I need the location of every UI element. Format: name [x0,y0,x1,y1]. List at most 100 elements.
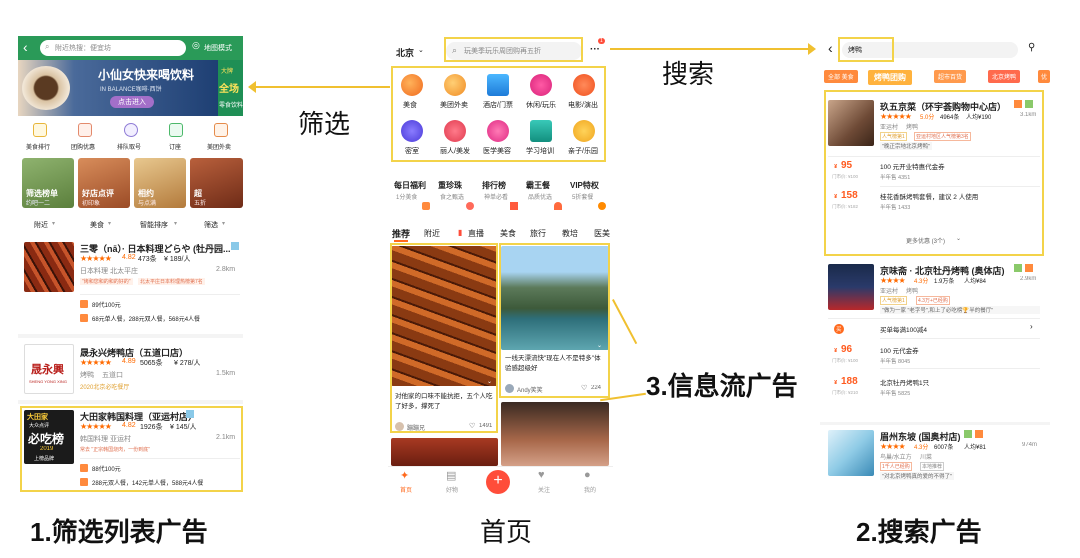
restaurant-photo [828,430,874,476]
deal-icon [80,300,88,308]
search-result[interactable]: 京味斋 · 北京牡丹烤鸭 (奥体店) ★★★★ 4.3分 1.9万条 人均¥84… [824,262,1044,414]
nav-profile[interactable]: 我的 [584,485,596,494]
filter-sort[interactable]: 智能排序 [140,220,168,230]
highlight-box [838,37,894,62]
promo-tile[interactable]: 超 五折 [190,158,243,208]
map-pin-icon[interactable]: ⚲ [1028,42,1035,53]
item-tag: 1千人已经购 [880,462,912,471]
heart-icon[interactable]: ♥ [538,469,545,481]
promo-sub: 食之甄选 [440,195,465,201]
filter-chip[interactable]: 北京烤鸭 [988,70,1021,83]
list-item[interactable]: 晟永興 SHENG YONG XING 晟永兴烤鸭店（五道口店） ★★★★★ 4… [18,340,243,400]
item-tag: 本地推荐 [920,462,945,471]
search-placeholder: 附近热搜：便宜坊 [55,45,111,52]
food-rank-icon[interactable] [33,123,47,137]
takeout-icon[interactable] [214,123,228,137]
promo-title[interactable]: 每日福利 [394,180,426,191]
banner-coffee-image [22,66,70,110]
deal-title[interactable]: 北京牡丹烤鸭1只 [880,377,929,387]
back-icon[interactable]: ‹ [23,39,28,55]
item-quote: "做为一家 "老字号",和上了必吃榜🏆半的餐厅" [880,306,1040,314]
deal-sold: 半年售 8045 [880,359,911,365]
promo-tile[interactable]: 筛选榜单 约吧一二 [22,158,74,208]
tab-medical[interactable]: 医美 [594,228,610,239]
brand-badge [1014,264,1022,272]
cat-label: 订座 [169,145,182,151]
item-area: 五道口 [102,372,123,379]
highlight-box [499,243,610,398]
chevron-down-icon: ▾ [222,221,226,227]
left-search-input[interactable]: ⌕ 附近热搜：便宜坊 [40,40,186,56]
item-avg: 人均¥81 [964,445,987,451]
map-mode-button[interactable]: 地图模式 [204,43,232,53]
list-item[interactable]: 三零（nā）· 日本料理どらや (牡丹园... ★★★★★ 4.82 473条 … [18,236,243,334]
pay-offer[interactable]: 买单每满100减4 [880,324,927,334]
star-rating: ★★★★ [880,276,906,285]
star-rating: ★★★★ [880,442,906,451]
search-icon: ⌕ [45,42,50,51]
nav-goods[interactable]: 好物 [446,485,458,494]
search-result[interactable]: 眉州东坡 (国奥村店) ★★★★ 4.3分 6007条 人均¥81 974m 鸟… [824,428,1044,488]
more-icon[interactable]: ··· [590,44,600,55]
reserve-icon[interactable] [169,123,183,137]
promo-title[interactable]: 排行榜 [482,180,506,191]
promo-title[interactable]: 重珍珠 [438,180,462,191]
deal-title[interactable]: 100 元代金券 [880,345,919,355]
filter-chip[interactable]: 优 [1038,70,1050,83]
city-selector[interactable]: 北京 [396,46,414,59]
group-buy-icon[interactable] [78,123,92,137]
deal-text[interactable]: 89代100元 [92,300,121,309]
filter-nearby[interactable]: 附近 [34,220,48,230]
feed-photo[interactable] [501,402,609,466]
banner-cta-button[interactable]: 点击进入 [110,96,154,108]
banner-ad[interactable]: 小仙女快来喝饮料 IN BALANCE咖啡·西饼 点击进入 [18,60,218,116]
add-button[interactable]: + [486,470,510,494]
tab-travel[interactable]: 旅行 [530,228,546,239]
nav-follow[interactable]: 关注 [538,485,550,494]
restaurant-photo [828,264,874,310]
caption-right: 2.搜索广告 [856,517,982,547]
item-category: 烤鸭 [906,289,919,295]
item-tag: 人气榜第1 [880,296,907,305]
tab-education[interactable]: 教培 [562,228,578,239]
tab-live[interactable]: 直播 [468,228,484,239]
divider [80,294,240,295]
promo-title[interactable]: VIP特权 [570,180,599,191]
item-reviews: 1.9万条 [934,279,955,285]
promo-title[interactable]: 霸王餐 [526,180,550,191]
highlight-box [391,66,606,162]
filter-chip[interactable]: 超市百货 [934,70,967,83]
back-icon[interactable]: ‹ [828,40,833,56]
item-distance: 2.8km [216,266,236,273]
item-avg: 人均¥84 [964,279,987,285]
side-banner-mid: 全场 [219,84,239,95]
filter-chip[interactable]: 全部 美食 [824,70,858,83]
deal-text[interactable]: 68元单人餐，288元双人餐，568元4人餐 [92,314,200,323]
promo-tile[interactable]: 相约 与点满 [134,158,186,208]
brand-logo-text: 晟永興 [31,364,64,376]
chip-row: 全部 美食 烤鸭团购 超市百货 北京烤鸭 优 [824,68,1050,88]
location-icon[interactable]: ◎ [192,40,200,51]
feed-photo[interactable] [391,438,498,466]
brand-badge [1025,264,1033,272]
home-icon[interactable]: ✦ [400,469,409,482]
active-tab-indicator [394,240,408,242]
tab-nearby[interactable]: 附近 [424,228,440,239]
item-reviews: 5065条 [140,360,163,367]
filter-callout: 筛选 [298,109,351,139]
queue-icon[interactable] [124,123,138,137]
promo-tile[interactable]: 好店点评 初印象 [78,158,130,208]
filter-food[interactable]: 美食 [90,220,104,230]
cat-label: 团购优惠 [71,145,96,151]
filter-more[interactable]: 筛选 [204,220,218,230]
tab-recommend[interactable]: 推荐 [392,227,410,240]
promo-sub: 神单必看 [484,195,509,201]
filter-chip[interactable]: 烤鸭团购 [868,70,912,85]
tab-food[interactable]: 美食 [500,228,516,239]
profile-icon[interactable]: ● [584,469,591,481]
side-banner[interactable]: 大牌 全场 零食饮料 [218,60,243,116]
divider [880,338,1040,339]
divider [880,368,1040,369]
goods-icon[interactable]: ▤ [446,469,456,482]
nav-home[interactable]: 首页 [400,485,412,494]
